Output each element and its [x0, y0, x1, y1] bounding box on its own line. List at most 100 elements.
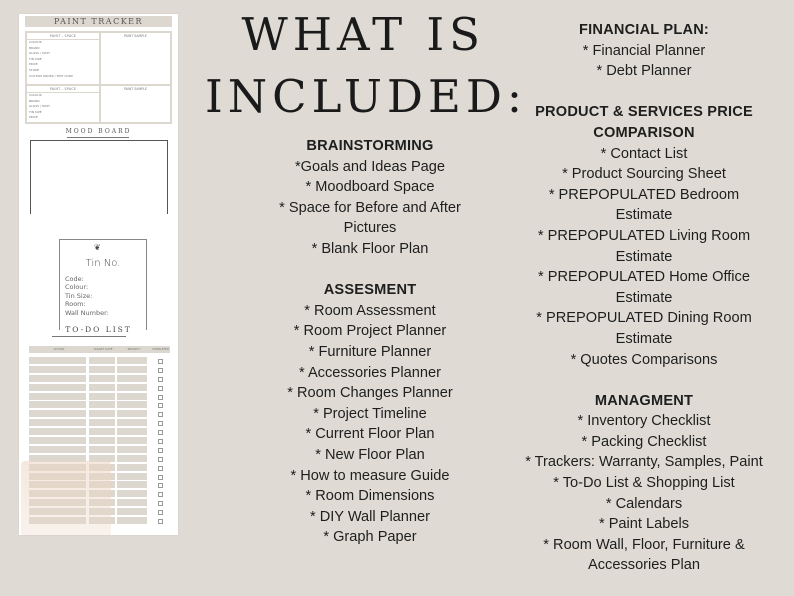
section-heading: COMPARISON	[593, 124, 695, 141]
todo-cell	[89, 383, 115, 391]
todo-row	[29, 428, 170, 436]
todo-cell	[117, 472, 147, 480]
todo-col-target-date: TARGET DATE	[93, 347, 113, 351]
list-item: * PREPOPULATED Dining Room	[536, 310, 752, 327]
todo-cell	[117, 463, 147, 471]
list-item: * Room Assessment	[304, 302, 436, 319]
todo-cell	[89, 410, 115, 418]
todo-cell	[29, 445, 86, 453]
todo-cell	[117, 357, 147, 364]
list-item: * Inventory Checklist	[577, 413, 711, 430]
checkbox-icon	[151, 437, 170, 445]
todo-cell	[29, 365, 86, 373]
checkbox-icon	[151, 481, 170, 489]
checkbox-icon	[151, 490, 170, 498]
paint-tracker-block: PAINT - SPACE Colour Brand Gloss / Matt …	[25, 84, 172, 124]
included-list-right: FINANCIAL PLAN: * Financial Planner * Debt…	[494, 20, 794, 576]
checkbox-icon	[151, 357, 170, 364]
todo-cell	[117, 392, 147, 400]
todo-cell	[29, 419, 86, 427]
todo-col-completed: COMPLETED	[151, 347, 170, 351]
list-item: * Room Dimensions	[305, 488, 435, 505]
todo-cell	[117, 437, 147, 445]
list-item: * Graph Paper	[323, 529, 417, 546]
list-item: * Contact List	[600, 145, 688, 162]
decorative-overlay	[21, 461, 111, 535]
list-item: * To-Do List & Shopping List	[553, 475, 735, 492]
list-item: Estimate	[615, 330, 673, 347]
checkbox-icon	[151, 393, 170, 400]
checkbox-icon	[151, 366, 170, 373]
todo-col-priority: PRIORITY	[127, 347, 141, 351]
list-item: * Calendars	[605, 495, 683, 512]
todo-row	[29, 437, 170, 445]
todo-row	[29, 374, 170, 382]
list-item: * New Floor Plan	[315, 446, 425, 463]
list-item: Estimate	[615, 289, 673, 306]
list-item: * DIY Wall Planner	[309, 508, 431, 525]
list-item: * Furniture Planner	[308, 343, 432, 360]
todo-row	[29, 357, 170, 364]
heading-line-1: WHAT IS	[241, 8, 485, 61]
checkbox-icon	[151, 473, 170, 480]
todo-cell	[117, 419, 147, 427]
list-item: * Current Floor Plan	[305, 426, 435, 443]
list-item: * Room Project Planner	[293, 323, 447, 340]
list-item: *Goals and Ideas Page	[294, 158, 446, 175]
paint-sample-box: PAINT SAMPLE	[101, 86, 170, 122]
list-item: * Blank Floor Plan	[311, 240, 429, 257]
paint-field: Custom Order / Tint Code	[29, 73, 73, 78]
todo-cell	[117, 428, 147, 436]
checkbox-icon	[151, 499, 170, 507]
checkbox-icon	[151, 384, 170, 391]
todo-row	[29, 383, 170, 391]
todo-underline	[52, 336, 126, 337]
included-list-middle: BRAINSTORMING *Goals and Ideas Page * Mood…	[240, 136, 500, 548]
fern-leaf-icon: ❦	[94, 243, 101, 252]
todo-cell	[89, 419, 115, 427]
list-item: * Financial Planner	[582, 42, 706, 59]
checkbox-icon	[151, 410, 170, 418]
section-heading: PRODUCT & SERVICES PRICE	[535, 104, 753, 121]
todo-cell	[117, 517, 147, 525]
list-item: Accessories Plan	[588, 557, 700, 574]
paint-sample-box: PAINT SAMPLE	[101, 33, 170, 88]
list-item: Estimate	[615, 207, 673, 224]
todo-cell	[29, 392, 86, 400]
todo-cell	[117, 410, 147, 418]
todo-cell	[117, 365, 147, 373]
todo-cell	[117, 454, 147, 462]
section-heading: FINANCIAL PLAN:	[578, 22, 709, 38]
checkbox-icon	[151, 455, 170, 462]
todo-cell	[89, 357, 115, 364]
list-item: * Project Timeline	[313, 405, 427, 422]
todo-cell	[89, 374, 115, 382]
checkbox-icon	[151, 375, 170, 382]
todo-row	[29, 392, 170, 400]
section-heading: MANAGMENT	[594, 392, 694, 409]
mood-board-underline	[67, 137, 129, 138]
paint-field: Price	[29, 115, 38, 120]
mood-board-title: MOOD BOARD	[65, 128, 132, 135]
list-item: Pictures	[343, 220, 397, 237]
todo-cell	[29, 410, 86, 418]
paint-space-label: PAINT - SPACE	[27, 33, 99, 40]
list-item: * Quotes Comparisons	[570, 351, 718, 368]
list-item: * PREPOPULATED Living Room	[537, 227, 751, 244]
mood-board-frame	[30, 140, 168, 214]
page-heading: WHAT IS INCLUDED:	[195, 4, 522, 128]
todo-cell	[117, 481, 147, 489]
checkbox-icon	[151, 517, 170, 525]
list-item: * Packing Checklist	[581, 433, 707, 450]
checkbox-icon	[151, 401, 170, 409]
tin-label-fields: Code: Colour: Tin Size: Room: Wall Numbe…	[65, 275, 109, 317]
list-item: * How to measure Guide	[290, 467, 450, 484]
section-heading: ASSESMENT	[323, 282, 417, 299]
list-item: * Product Sourcing Sheet	[562, 166, 726, 183]
todo-cell	[117, 445, 147, 453]
tin-field: Colour:	[65, 283, 89, 292]
paint-tracker-block: PAINT - SPACE Colour Brand Gloss / Matt …	[25, 31, 172, 90]
todo-cell	[89, 428, 115, 436]
